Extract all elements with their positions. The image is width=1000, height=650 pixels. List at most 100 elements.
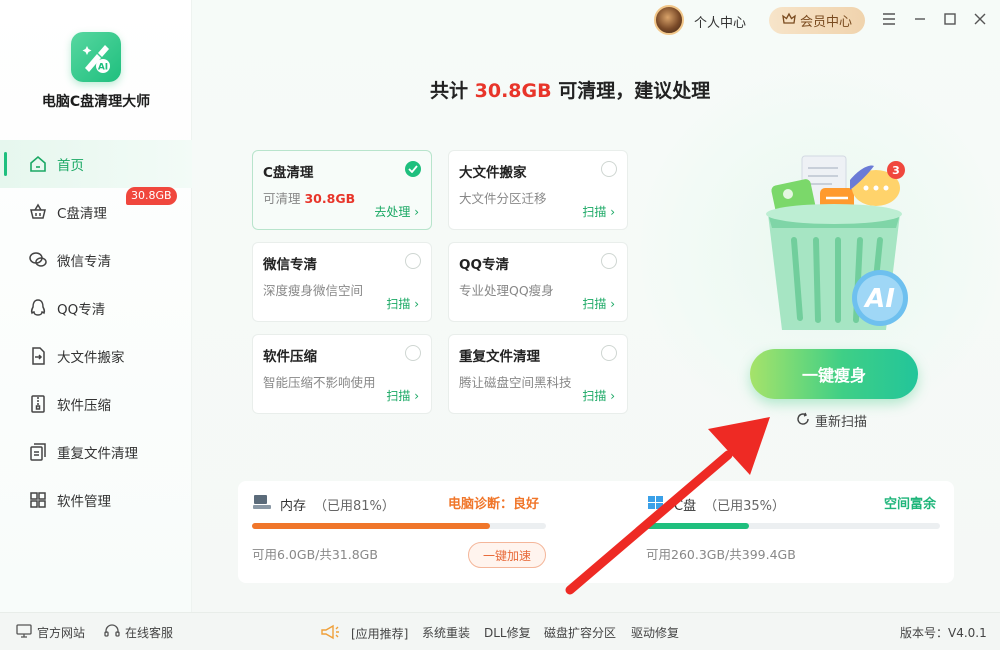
sidebar-item-bigfile[interactable]: 大文件搬家 (0, 332, 192, 380)
memory-usage-fill (252, 523, 491, 529)
headline-prefix: 共计 (430, 80, 475, 102)
sidebar-item-label: 首页 (57, 158, 84, 174)
card-link[interactable]: 扫描 › (582, 203, 615, 220)
sidebar-item-compress[interactable]: 软件压缩 (0, 380, 192, 428)
app-window: AI 电脑C盘清理大师 首页 C盘清理 微信专清 QQ专清 大文件搬家 软件压缩… (0, 0, 1000, 650)
headline-amount: 30.8GB (474, 80, 552, 102)
sidebar-item-wechat[interactable]: 微信专清 (0, 236, 192, 284)
card-link[interactable]: 扫描 › (386, 387, 419, 404)
home-icon (28, 154, 48, 174)
footer-link-driver[interactable]: 驱动修复 (631, 624, 679, 641)
card-title: 大文件搬家 (459, 165, 527, 181)
svg-text:AI: AI (98, 63, 108, 73)
maximize-icon[interactable] (941, 10, 959, 28)
card-title: 软件压缩 (263, 349, 317, 365)
card-desc-value: 30.8GB (304, 191, 356, 206)
sidebar-item-label: 软件压缩 (57, 398, 111, 414)
c-clean-size-badge: 30.8GB (126, 187, 177, 205)
qq-icon (28, 298, 48, 318)
footer-bar: 官方网站 在线客服 [应用推荐] 系统重装 DLL修复 磁盘扩容分区 驱动修复 … (0, 612, 1000, 650)
wechat-icon (28, 250, 48, 270)
rescan-button[interactable]: 重新扫描 (796, 411, 867, 430)
red-arrow-annotation (560, 415, 780, 599)
check-icon[interactable] (405, 161, 421, 177)
refresh-icon (796, 412, 810, 430)
card-compress[interactable]: 软件压缩 智能压缩不影响使用 扫描 › (252, 334, 432, 414)
avatar[interactable] (654, 5, 684, 35)
close-icon[interactable] (971, 10, 989, 28)
sidebar-item-label: 微信专清 (57, 254, 111, 270)
app-recommend[interactable]: [应用推荐] (320, 624, 408, 643)
memory-chip-icon (252, 493, 272, 515)
sidebar-item-qq[interactable]: QQ专清 (0, 284, 192, 332)
headset-icon (104, 624, 120, 641)
sidebar-item-label: 大文件搬家 (57, 350, 125, 366)
menu-icon[interactable] (880, 10, 898, 28)
card-link[interactable]: 去处理 › (374, 203, 419, 220)
vip-label: 会员中心 (799, 15, 852, 30)
one-click-speedup-button[interactable]: 一键加速 (468, 542, 546, 568)
card-radio[interactable] (601, 253, 617, 269)
personal-center-link[interactable]: 个人中心 (694, 12, 746, 31)
disk-space-status: 空间富余 (884, 497, 937, 512)
version-label: 版本号：V4.0.1 (900, 626, 987, 640)
basket-icon (28, 202, 48, 222)
sidebar-item-software[interactable]: 软件管理 (0, 476, 192, 524)
memory-available: 可用6.0GB/共31.8GB (252, 547, 378, 562)
trash-bin-illustration: 3 AI (754, 150, 914, 340)
sidebar-item-label: 重复文件清理 (57, 446, 138, 462)
app-name: 电脑C盘清理大师 (41, 94, 151, 110)
memory-label: 内存 (280, 498, 307, 514)
sidebar-item-label: 软件管理 (57, 494, 111, 510)
apps-grid-icon (28, 490, 48, 510)
sidebar: AI 电脑C盘清理大师 首页 C盘清理 微信专清 QQ专清 大文件搬家 软件压缩… (0, 0, 192, 612)
card-desc-prefix: 可清理 (263, 191, 305, 206)
footer-link-dll[interactable]: DLL修复 (484, 624, 531, 641)
zip-icon (28, 394, 48, 414)
diagnosis-status: 电脑诊断：良好 (448, 497, 540, 512)
card-radio[interactable] (405, 253, 421, 269)
memory-stat-title: 内存 （已用81%） (252, 493, 395, 515)
card-qq[interactable]: QQ专清 专业处理QQ瘦身 扫描 › (448, 242, 628, 322)
card-link[interactable]: 扫描 › (582, 295, 615, 312)
sidebar-item-label: C盘清理 (57, 206, 107, 222)
card-bigfile[interactable]: 大文件搬家 大文件分区迁移 扫描 › (448, 150, 628, 230)
megaphone-icon (320, 624, 340, 643)
card-radio[interactable] (601, 161, 617, 177)
page-title: 共计 30.8GB 可清理，建议处理 (430, 76, 770, 103)
vip-center-button[interactable]: 会员中心 (769, 7, 865, 34)
monitor-icon (16, 624, 32, 641)
svg-text:AI: AI (863, 284, 895, 314)
duplicate-file-icon (28, 442, 48, 462)
app-logo: AI (71, 32, 121, 82)
one-click-slim-button[interactable]: 一键瘦身 (750, 349, 918, 399)
footer-link-partition[interactable]: 磁盘扩容分区 (544, 624, 616, 641)
card-title: QQ专清 (459, 257, 509, 273)
official-site-label: 官方网站 (37, 626, 86, 640)
card-radio[interactable] (405, 345, 421, 361)
card-duplicate[interactable]: 重复文件清理 腾让磁盘空间黑科技 扫描 › (448, 334, 628, 414)
card-title: 微信专清 (263, 257, 317, 273)
rescan-label: 重新扫描 (815, 415, 868, 430)
footer-link-reinstall[interactable]: 系统重装 (422, 624, 470, 641)
sidebar-item-label: QQ专清 (57, 302, 106, 318)
card-title: 重复文件清理 (459, 349, 540, 365)
sidebar-item-home[interactable]: 首页 (0, 140, 192, 188)
headline-suffix: 可清理，建议处理 (551, 80, 711, 102)
app-recommend-label: [应用推荐] (351, 627, 409, 641)
crown-icon (782, 12, 796, 30)
online-service-label: 在线客服 (125, 626, 174, 640)
file-move-icon (28, 346, 48, 366)
official-site-link[interactable]: 官方网站 (16, 624, 85, 641)
card-link[interactable]: 扫描 › (582, 387, 615, 404)
card-link[interactable]: 扫描 › (386, 295, 419, 312)
online-service-link[interactable]: 在线客服 (104, 624, 173, 641)
card-c-clean[interactable]: C盘清理 可清理 30.8GB 去处理 › (252, 150, 432, 230)
sidebar-item-duplicate[interactable]: 重复文件清理 (0, 428, 192, 476)
minimize-icon[interactable] (911, 10, 929, 28)
card-radio[interactable] (601, 345, 617, 361)
memory-used: （已用81%） (314, 498, 395, 514)
memory-usage-bar (252, 523, 546, 529)
card-title: C盘清理 (263, 165, 314, 181)
card-wechat[interactable]: 微信专清 深度瘦身微信空间 扫描 › (252, 242, 432, 322)
